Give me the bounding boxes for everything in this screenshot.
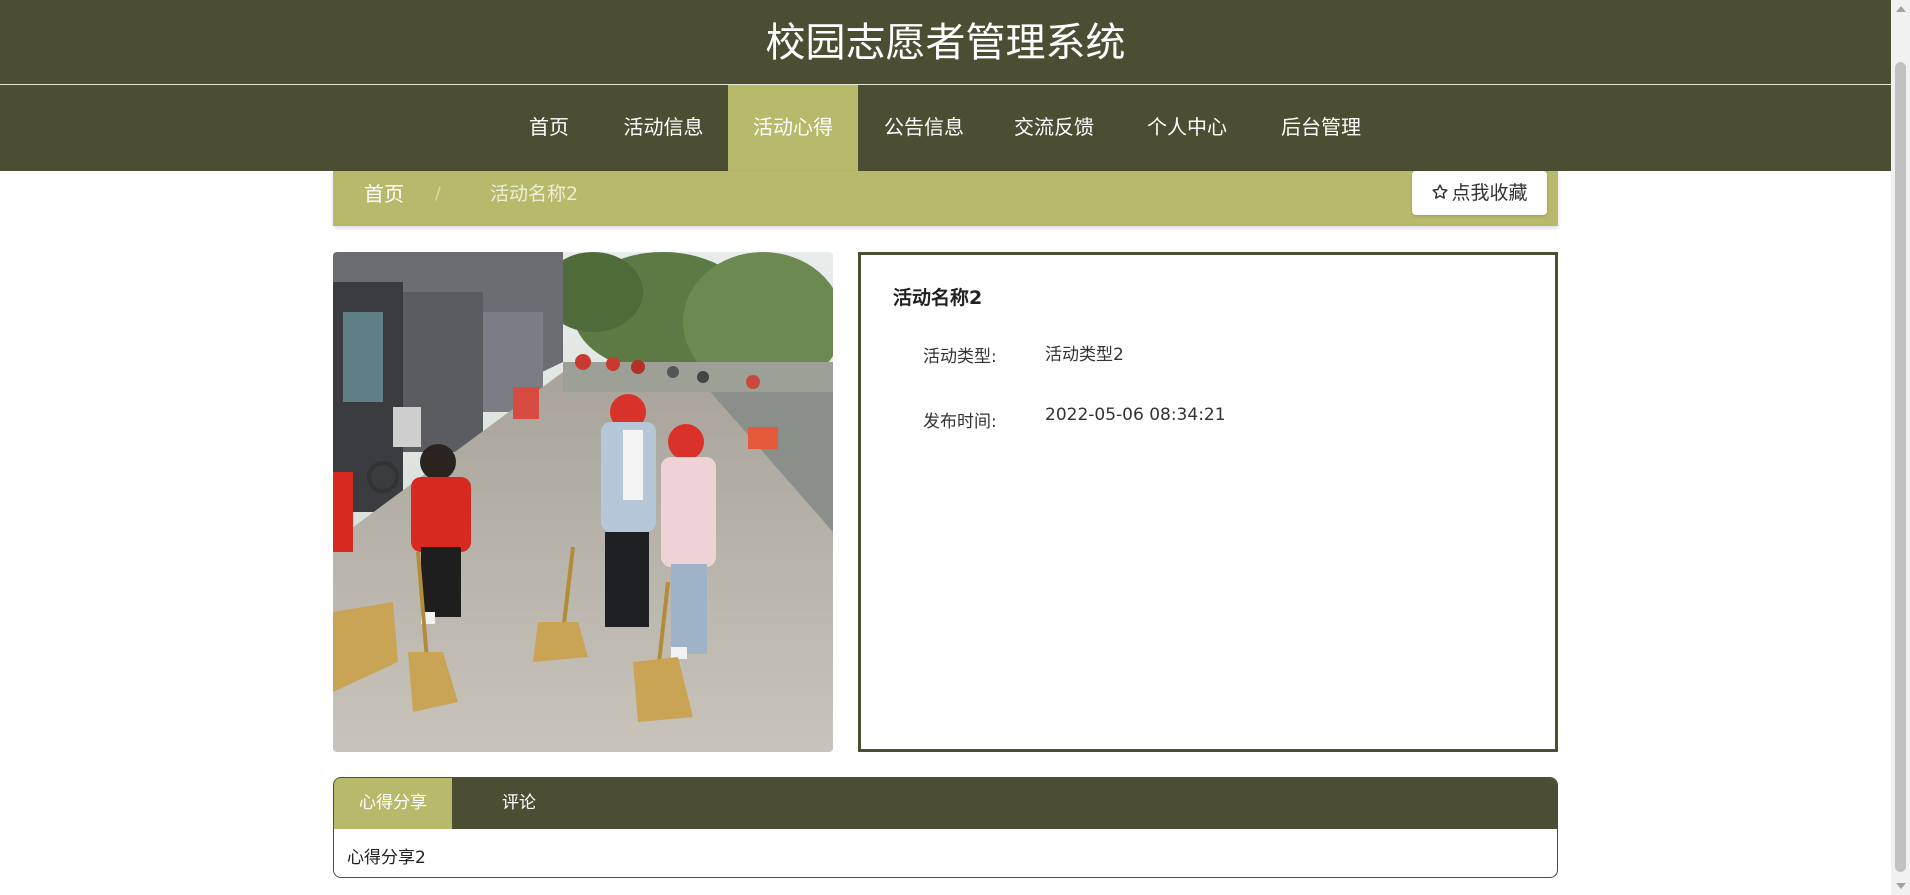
activity-title: 活动名称2 [893, 287, 983, 309]
favorite-button-label: 点我收藏 [1451, 182, 1528, 204]
scroll-thumb[interactable] [1895, 62, 1906, 872]
publish-time-label: 发布时间: [923, 412, 997, 432]
breadcrumb-separator: / [435, 184, 441, 204]
nav-item-announcements[interactable]: 公告信息 [871, 85, 977, 171]
activity-type-label: 活动类型: [923, 347, 997, 367]
tab-experience-share[interactable]: 心得分享 [334, 778, 452, 829]
site-header: 校园志愿者管理系统 [0, 0, 1891, 84]
scroll-up-icon[interactable] [1896, 6, 1906, 12]
main-nav: 首页 活动信息 活动心得 公告信息 交流反馈 个人中心 后台管理 [0, 85, 1891, 171]
breadcrumb: 首页 / 活动名称2 点我收藏 [333, 171, 1558, 226]
tab-comments[interactable]: 评论 [479, 778, 559, 829]
page-scrollbar[interactable] [1891, 0, 1910, 895]
content-tabs: 心得分享 评论 心得分享2 [333, 777, 1558, 878]
activity-photo [333, 252, 833, 752]
nav-item-admin[interactable]: 后台管理 [1268, 85, 1374, 171]
nav-item-feedback[interactable]: 交流反馈 [1001, 85, 1107, 171]
breadcrumb-current: 活动名称2 [490, 183, 579, 205]
nav-item-activity-experience[interactable]: 活动心得 [728, 85, 858, 171]
nav-item-personal-center[interactable]: 个人中心 [1134, 85, 1240, 171]
favorite-button[interactable]: 点我收藏 [1412, 171, 1547, 215]
publish-time-value: 2022-05-06 08:34:21 [1045, 405, 1226, 425]
scroll-down-icon[interactable] [1896, 883, 1906, 889]
activity-type-value: 活动类型2 [1045, 345, 1124, 365]
activity-photo-image [333, 252, 833, 752]
nav-item-activity-info[interactable]: 活动信息 [611, 85, 716, 171]
activity-detail-panel: 活动名称2 活动类型: 活动类型2 发布时间: 2022-05-06 08:34… [858, 252, 1558, 752]
star-outline-icon [1432, 184, 1449, 199]
site-title: 校园志愿者管理系统 [765, 20, 1126, 66]
nav-item-home[interactable]: 首页 [515, 85, 583, 171]
tab-header: 心得分享 评论 [334, 778, 1557, 829]
breadcrumb-home[interactable]: 首页 [364, 171, 404, 217]
tab-content: 心得分享2 [347, 848, 426, 868]
